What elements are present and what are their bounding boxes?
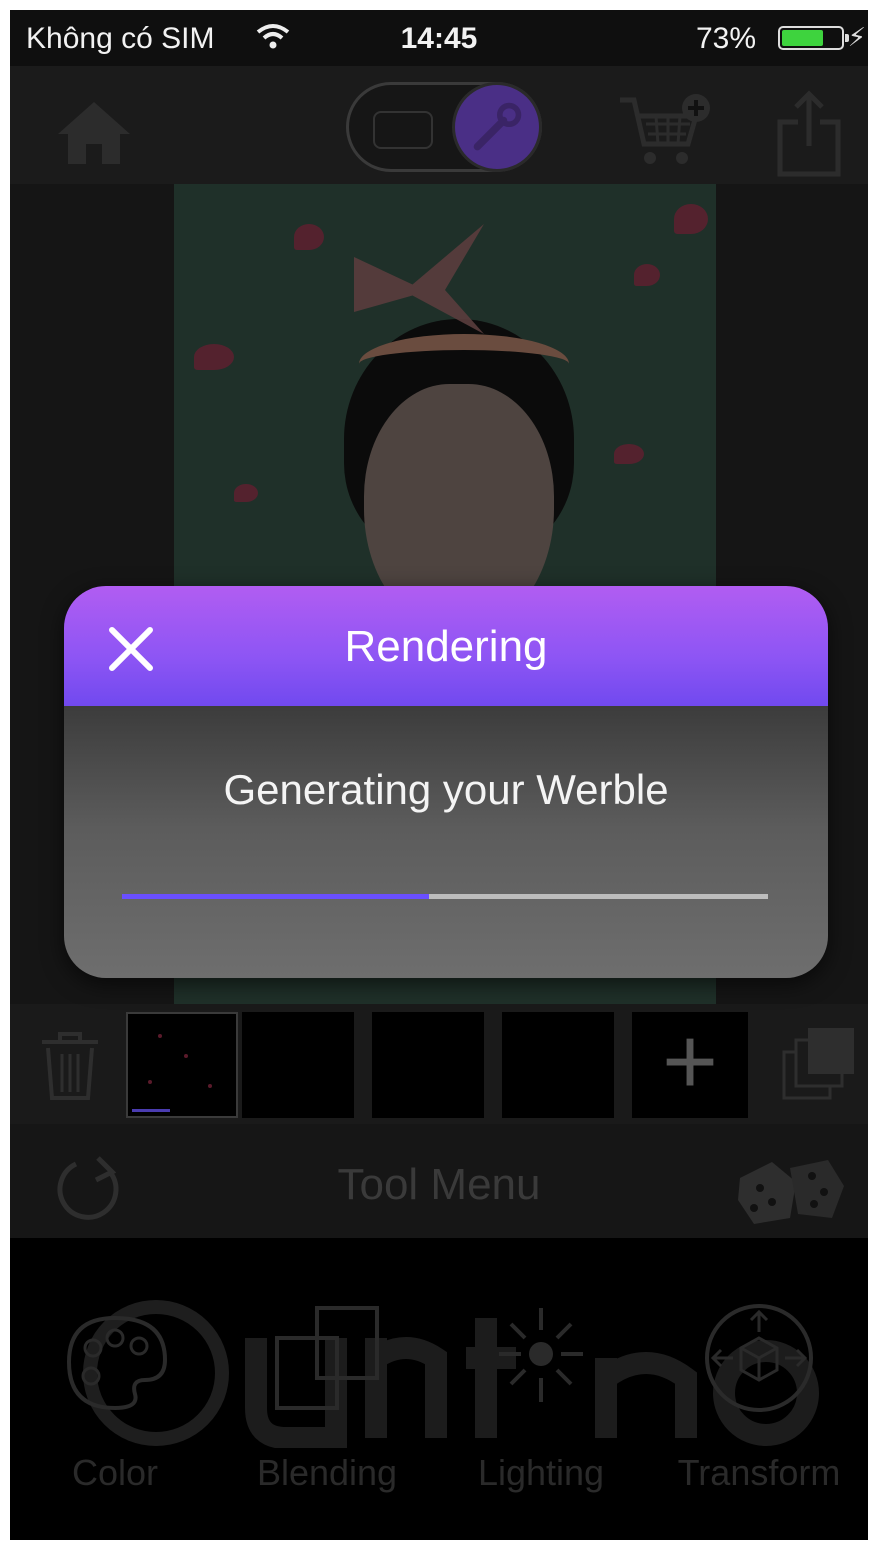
layer-thumbnail[interactable]: [372, 1012, 484, 1118]
transform-icon: [705, 1304, 813, 1412]
dice-icon[interactable]: [732, 1152, 848, 1228]
mode-toggle[interactable]: [346, 82, 542, 172]
rendering-dialog: Rendering Generating your Werble: [64, 586, 828, 978]
tool-label: Blending: [256, 1452, 398, 1493]
layer-thumbnail[interactable]: [242, 1012, 354, 1118]
tool-color[interactable]: Color: [10, 1298, 220, 1498]
add-to-cart-icon[interactable]: [616, 92, 716, 174]
palette-icon: [66, 1315, 168, 1411]
thumb-dot: [158, 1034, 162, 1038]
thumb-progress: [132, 1109, 170, 1112]
subject-bow: [354, 224, 484, 334]
progress-track: [122, 894, 768, 899]
tool-blending[interactable]: Blending: [222, 1298, 432, 1498]
tool-menu-bar: Tool Menu: [10, 1124, 868, 1238]
petal: [634, 264, 660, 286]
petal: [234, 484, 258, 502]
petal: [194, 344, 234, 370]
thumb-dot: [148, 1080, 152, 1084]
layers-icon[interactable]: [780, 1022, 860, 1106]
thumb-dot: [208, 1084, 212, 1088]
top-toolbar: [10, 66, 868, 184]
home-icon[interactable]: [54, 98, 134, 168]
lighting-icon: [499, 1308, 583, 1402]
layer-filmstrip: +: [10, 1004, 868, 1124]
tool-palette: Color Blending Lighting Transform: [10, 1238, 868, 1540]
share-icon[interactable]: [774, 88, 844, 178]
grid-icon[interactable]: [373, 111, 433, 149]
tool-label: Transform: [677, 1452, 841, 1493]
app-screen: Không có SIM 14:45 73% ⚡ + Tool Menu Col…: [10, 10, 868, 1540]
layer-thumbnail[interactable]: [502, 1012, 614, 1118]
wrench-toggle-knob[interactable]: [452, 82, 542, 172]
progress-fill: [122, 894, 429, 899]
petal: [294, 224, 324, 250]
tool-lighting[interactable]: Lighting: [436, 1298, 646, 1498]
charging-bolt-icon: ⚡: [847, 22, 866, 52]
subject-headband: [359, 334, 569, 394]
wrench-icon: [473, 102, 522, 151]
dialog-message: Generating your Werble: [223, 766, 669, 813]
add-layer-button[interactable]: +: [632, 1012, 748, 1118]
layer-thumbnail-active[interactable]: [126, 1012, 238, 1118]
petal: [674, 204, 708, 234]
tool-transform[interactable]: Transform: [654, 1298, 864, 1498]
status-bar: Không có SIM 14:45 73% ⚡: [10, 10, 868, 66]
petal: [614, 444, 644, 464]
thumb-dot: [184, 1054, 188, 1058]
battery-fill: [782, 30, 824, 46]
blending-icon: [275, 1306, 379, 1410]
dialog-title: Rendering: [344, 622, 548, 671]
dialog-header: Rendering: [64, 586, 828, 706]
dialog-body: Generating your Werble: [64, 706, 828, 978]
battery-percent: 73%: [695, 22, 756, 55]
tool-label: Lighting: [477, 1452, 605, 1493]
tool-label: Color: [71, 1452, 159, 1493]
trash-icon[interactable]: [36, 1028, 104, 1102]
battery-icon: [778, 26, 849, 50]
